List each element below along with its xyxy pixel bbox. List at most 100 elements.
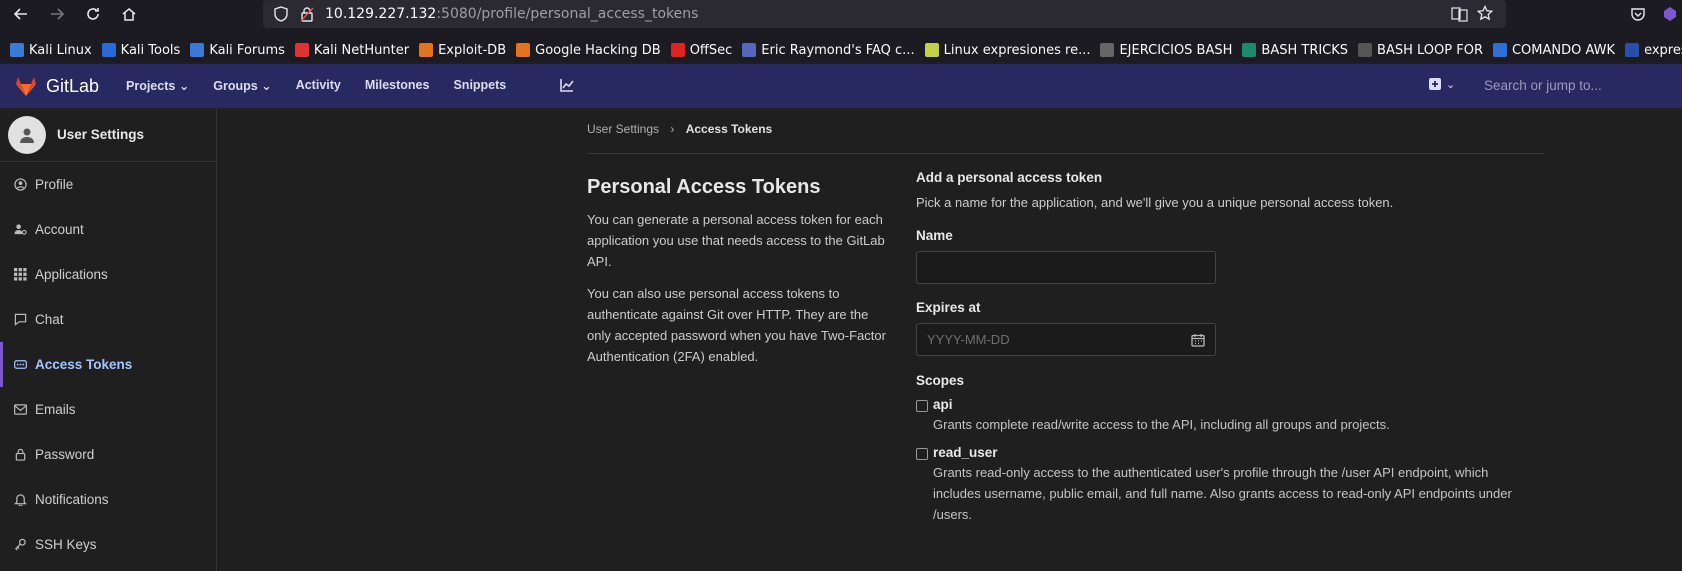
scope-api: api Grants complete read/write access to… <box>916 397 1556 435</box>
sidebar-item-password[interactable]: Password <box>0 432 216 477</box>
gitlab-tanuki-icon <box>16 77 36 96</box>
bookmark-favicon-icon <box>1242 43 1257 57</box>
info-column: Personal Access Tokens You can generate … <box>587 172 887 378</box>
bookmark-item[interactable]: expres <box>1625 43 1682 58</box>
sidebar-item-label: Notifications <box>35 492 109 507</box>
bookmark-favicon-icon <box>101 43 116 57</box>
bell-icon <box>13 493 27 507</box>
menu-activity[interactable]: Activity <box>296 78 341 95</box>
insecure-lock-icon[interactable] <box>299 6 315 22</box>
scope-read-user: read_user Grants read-only access to the… <box>916 445 1556 525</box>
address-bar[interactable]: 10.129.227.132:5080/profile/personal_acc… <box>263 0 1506 28</box>
form-intro: Pick a name for the application, and we'… <box>916 195 1394 210</box>
bookmark-item[interactable]: Kali NetHunter <box>294 43 409 58</box>
bookmark-star-icon[interactable] <box>1477 5 1493 21</box>
sidebar-item-ssh-keys[interactable]: SSH Keys <box>0 522 216 567</box>
name-label: Name <box>916 228 953 243</box>
form-heading: Add a personal access token <box>916 170 1103 185</box>
chart-icon[interactable] <box>560 78 574 95</box>
token-name-input[interactable] <box>916 251 1216 284</box>
applications-icon <box>13 268 27 282</box>
bookmark-favicon-icon <box>924 43 939 57</box>
lock-icon <box>13 448 27 462</box>
expires-label: Expires at <box>916 300 981 315</box>
shield-icon[interactable] <box>273 6 289 22</box>
reload-icon[interactable] <box>82 3 104 25</box>
bookmark-label: COMANDO AWK <box>1511 42 1616 58</box>
bookmark-item[interactable]: COMANDO AWK <box>1492 42 1616 58</box>
sidebar-item-emails[interactable]: Emails <box>0 387 216 432</box>
bookmark-favicon-icon <box>742 43 757 57</box>
sidebar-item-label: Emails <box>35 402 76 417</box>
bookmark-label: Linux expresiones re... <box>943 42 1091 58</box>
new-item-dropdown[interactable]: ⌄ <box>1428 77 1455 91</box>
bookmark-label: Eric Raymond's FAQ c... <box>761 42 915 58</box>
home-icon[interactable] <box>118 3 140 25</box>
gitlab-logo[interactable]: GitLab <box>14 74 99 98</box>
sidebar-item-label: Access Tokens <box>35 357 133 372</box>
sidebar-header[interactable]: User Settings <box>0 108 216 162</box>
scope-api-label[interactable]: api <box>933 397 1390 412</box>
account-icon <box>13 223 27 237</box>
forward-icon[interactable] <box>46 3 68 25</box>
bookmark-favicon-icon <box>1100 43 1115 57</box>
sidebar-item-label: Password <box>35 447 95 462</box>
git-http-paragraph: You can also use personal access tokens … <box>587 286 886 364</box>
sidebar-item-applications[interactable]: Applications <box>0 252 216 297</box>
extension-icon[interactable] <box>1662 6 1678 22</box>
expires-at-input[interactable]: YYYY-MM-DD <box>916 323 1216 356</box>
bookmark-label: BASH TRICKS <box>1261 42 1349 58</box>
bookmark-favicon-icon <box>190 43 205 57</box>
calendar-icon[interactable] <box>1191 333 1205 347</box>
bookmark-item[interactable]: BASH TRICKS <box>1242 43 1348 58</box>
sidebar-item-label: Chat <box>35 312 64 327</box>
bookmark-item[interactable]: Google Hacking DB <box>516 43 661 58</box>
bookmark-item[interactable]: Kali Tools <box>101 42 181 58</box>
sidebar-item-label: SSH Keys <box>35 537 97 552</box>
intro-paragraph: You can generate a personal access token… <box>587 212 885 269</box>
menu-groups[interactable]: Groups ⌄ <box>213 78 271 95</box>
sidebar-item-profile[interactable]: Profile <box>0 162 216 207</box>
back-icon[interactable] <box>10 3 32 25</box>
menu-projects[interactable]: Projects ⌄ <box>126 78 189 95</box>
bookmark-item[interactable]: Exploit-DB <box>419 43 506 58</box>
bookmark-item[interactable]: Linux expresiones re... <box>924 42 1091 58</box>
menu-snippets[interactable]: Snippets <box>453 78 506 95</box>
scope-api-checkbox[interactable] <box>916 400 928 412</box>
key-icon <box>13 538 27 552</box>
bookmark-label: Kali Linux <box>29 42 92 58</box>
bookmark-item[interactable]: Kali Linux <box>10 43 92 58</box>
bookmark-favicon-icon <box>294 43 309 57</box>
bookmark-favicon-icon <box>1625 43 1640 57</box>
gitlab-navbar: GitLab Projects ⌄ Groups ⌄ Activity Mile… <box>0 64 1682 108</box>
url-text: 10.129.227.132:5080/profile/personal_acc… <box>325 6 699 22</box>
bookmark-item[interactable]: EJERCICIOS BASH <box>1100 43 1232 58</box>
sidebar-item-access-tokens[interactable]: Access Tokens <box>0 342 216 387</box>
user-icon <box>20 128 34 143</box>
scope-read-user-label[interactable]: read_user <box>933 445 1533 460</box>
gitlab-main-menu: Projects ⌄ Groups ⌄ Activity Milestones … <box>126 78 598 95</box>
bookmark-item[interactable]: BASH LOOP FOR <box>1358 43 1483 58</box>
chat-icon <box>13 313 27 327</box>
bookmark-favicon-icon <box>516 43 531 57</box>
breadcrumb-parent[interactable]: User Settings <box>587 122 659 136</box>
bookmark-item[interactable]: OffSec <box>670 43 732 58</box>
bookmark-item[interactable]: Kali Forums <box>190 43 285 58</box>
email-icon <box>13 403 27 417</box>
sidebar-item-account[interactable]: Account <box>0 207 216 252</box>
sidebar-item-chat[interactable]: Chat <box>0 297 216 342</box>
scope-read-user-checkbox[interactable] <box>916 448 928 460</box>
gitlab-search-input[interactable]: Search or jump to... <box>1484 78 1602 93</box>
avatar <box>8 115 46 154</box>
scope-api-description: Grants complete read/write access to the… <box>933 417 1390 432</box>
bookmark-item[interactable]: Eric Raymond's FAQ c... <box>742 42 915 58</box>
pocket-icon[interactable] <box>1630 6 1646 22</box>
translate-icon[interactable] <box>1451 6 1468 22</box>
breadcrumb: User Settings › Access Tokens <box>587 122 772 136</box>
bookmark-label: Kali Tools <box>120 42 181 58</box>
bookmark-favicon-icon <box>10 43 24 57</box>
sidebar-item-notifications[interactable]: Notifications <box>0 477 216 522</box>
bookmark-favicon-icon <box>1358 43 1373 57</box>
bookmark-label: Google Hacking DB <box>535 42 661 58</box>
menu-milestones[interactable]: Milestones <box>365 78 430 95</box>
